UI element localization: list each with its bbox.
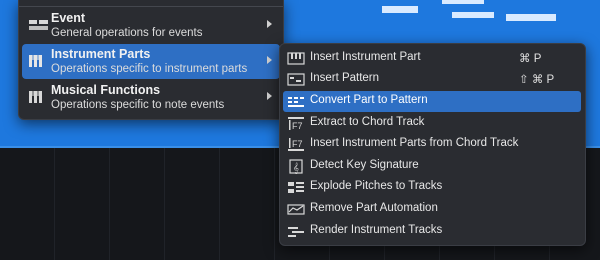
- submenu-item-remove-part-automation[interactable]: Remove Part Automation: [283, 199, 581, 220]
- submenu-item-label: Remove Part Automation: [310, 202, 438, 214]
- pattern-icon: [287, 72, 305, 87]
- menu-item-title: Musical Functions: [51, 83, 161, 97]
- explode-pitches-icon: [287, 180, 305, 195]
- menu-item-subtitle: Operations specific to note events: [51, 99, 225, 111]
- event-block: [442, 0, 484, 4]
- event-block: [452, 12, 494, 18]
- convert-pattern-icon: [287, 94, 305, 109]
- piano-keys-icon: [287, 51, 305, 66]
- chevron-right-icon: [267, 92, 272, 100]
- chord-extract-icon: F7: [287, 116, 305, 131]
- submenu-item-insert-instrument-part[interactable]: Insert Instrument Part ⌘ P: [283, 48, 581, 69]
- submenu-item-render-instrument-tracks[interactable]: Render Instrument Tracks: [283, 221, 581, 242]
- submenu-item-insert-parts-from-chord-track[interactable]: F7 Insert Instrument Parts from Chord Tr…: [283, 134, 581, 155]
- menu-item-event[interactable]: Event General operations for events: [22, 8, 280, 43]
- submenu-item-label: Extract to Chord Track: [310, 116, 425, 128]
- submenu-item-label: Insert Instrument Part: [310, 51, 421, 63]
- submenu-item-convert-part-to-pattern[interactable]: Convert Part to Pattern: [283, 91, 581, 112]
- render-tracks-icon: [287, 224, 305, 239]
- musical-functions-icon: [28, 90, 50, 104]
- submenu-item-label: Detect Key Signature: [310, 159, 419, 171]
- keyboard-shortcut: ⌘ P: [519, 53, 542, 65]
- submenu-item-detect-key-signature[interactable]: 𝄞 Detect Key Signature: [283, 156, 581, 177]
- event-block: [382, 6, 418, 13]
- menu-item-musical-functions[interactable]: Musical Functions Operations specific to…: [22, 80, 280, 115]
- key-signature-icon: 𝄞: [287, 159, 305, 174]
- menu-item-title: Event: [51, 11, 86, 25]
- chevron-right-icon: [267, 20, 272, 28]
- submenu-item-label: Render Instrument Tracks: [310, 224, 443, 236]
- svg-text:F7: F7: [292, 139, 303, 149]
- svg-text:F7: F7: [292, 121, 303, 131]
- submenu-item-label: Insert Instrument Parts from Chord Track: [310, 137, 519, 149]
- event-block: [506, 14, 556, 21]
- submenu-instrument-parts: Insert Instrument Part ⌘ P Insert Patter…: [279, 43, 586, 246]
- submenu-item-label: Convert Part to Pattern: [310, 94, 428, 106]
- menu-item-subtitle: Operations specific to instrument parts: [51, 63, 248, 75]
- submenu-item-insert-pattern[interactable]: Insert Pattern ⇧ ⌘ P: [283, 69, 581, 90]
- remove-automation-icon: [287, 202, 305, 217]
- submenu-item-explode-pitches-to-tracks[interactable]: Explode Pitches to Tracks: [283, 177, 581, 198]
- submenu-item-label: Insert Pattern: [310, 72, 380, 84]
- event-icon: [28, 18, 50, 32]
- keyboard-shortcut: ⇧ ⌘ P: [519, 74, 555, 86]
- menu-item-instrument-parts[interactable]: Instrument Parts Operations specific to …: [22, 44, 280, 79]
- svg-text:𝄞: 𝄞: [293, 162, 299, 174]
- submenu-item-extract-to-chord-track[interactable]: F7 Extract to Chord Track: [283, 113, 581, 134]
- menu-separator: [19, 6, 283, 7]
- menu-item-title: Instrument Parts: [51, 47, 151, 61]
- context-menu: Event General operations for events Inst…: [18, 0, 284, 120]
- chord-insert-icon: F7: [287, 137, 305, 152]
- instrument-parts-icon: [28, 54, 50, 68]
- submenu-item-label: Explode Pitches to Tracks: [310, 180, 443, 192]
- chevron-right-icon: [267, 56, 272, 64]
- menu-item-subtitle: General operations for events: [51, 27, 203, 39]
